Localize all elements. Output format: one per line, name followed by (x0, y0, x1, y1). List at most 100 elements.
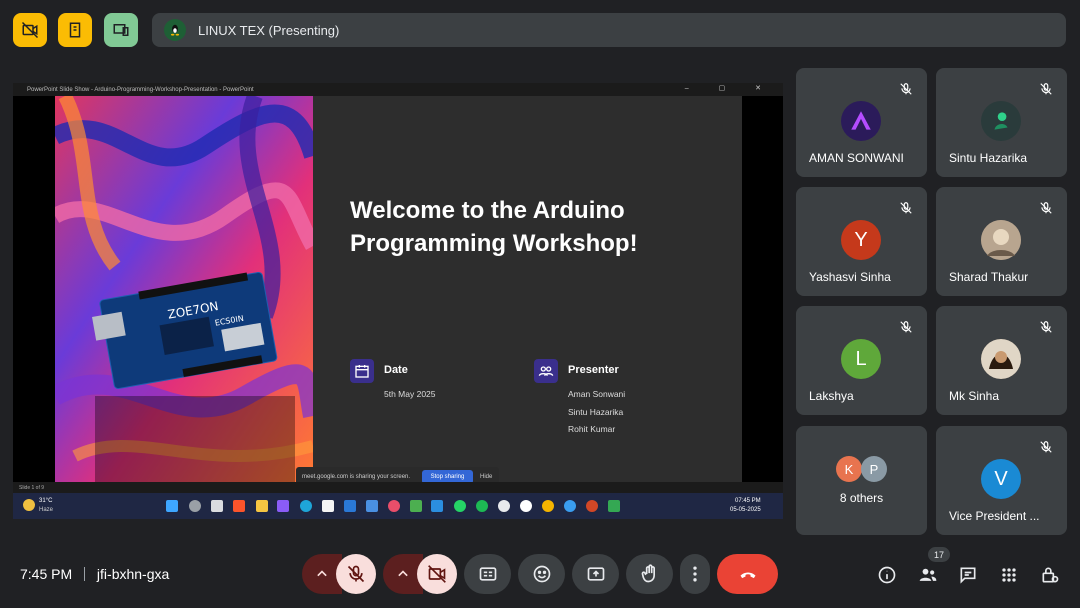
presenter-list: Aman Sonwani Sintu Hazarika Rohit Kumar (568, 386, 625, 439)
photos-icon[interactable] (410, 500, 422, 512)
slide-counter: Slide 1 of 9 (19, 484, 45, 491)
avatar-photo-icon (981, 220, 1021, 260)
presenting-title: LINUX TEX (Presenting) (198, 22, 340, 38)
chatgpt-icon[interactable] (498, 500, 510, 512)
weather-temp: 31°C (39, 498, 53, 504)
avatar: L (841, 339, 881, 379)
info-icon (878, 566, 896, 584)
share-message: meet.google.com is sharing your screen. (302, 474, 411, 480)
avatar-photo-icon (981, 339, 1021, 379)
participant-tile[interactable]: V Vice President ... (936, 426, 1067, 535)
host-controls-button[interactable] (1038, 563, 1062, 587)
mic-off-icon (1040, 202, 1052, 214)
participant-tile[interactable]: L Lakshya (796, 306, 927, 415)
hide-self-view-button[interactable] (13, 13, 47, 47)
avatar: P (861, 456, 887, 482)
window-controls: – ▢ ✕ (684, 85, 775, 92)
activities-button[interactable] (997, 563, 1021, 587)
captions-icon (479, 567, 496, 581)
meeting-clock: 7:45 PM jfi-bxhn-gxa (20, 566, 169, 582)
present-button[interactable] (572, 554, 619, 594)
chrome-icon[interactable] (542, 500, 554, 512)
date-label: Date (384, 364, 408, 376)
layout-button[interactable] (58, 13, 92, 47)
raise-hand-button[interactable] (626, 554, 673, 594)
store-icon[interactable] (322, 500, 334, 512)
file-explorer-icon[interactable] (256, 500, 268, 512)
chat-button[interactable] (956, 563, 980, 587)
vscode-icon[interactable] (431, 500, 443, 512)
participant-count-badge: 17 (928, 547, 950, 562)
mic-off-icon (1040, 321, 1052, 333)
outlook-icon[interactable] (344, 500, 356, 512)
emoji-icon (533, 565, 550, 583)
camera-toggle-button[interactable] (417, 554, 457, 594)
chevron-up-icon (398, 570, 408, 577)
presenter-avatar (164, 19, 186, 41)
hang-up-icon (740, 572, 755, 579)
door-icon (69, 22, 81, 38)
mic-off-icon (900, 202, 912, 214)
participant-tile[interactable]: Sintu Hazarika (936, 68, 1067, 177)
meet-taskbar-icon[interactable] (608, 500, 620, 512)
leave-call-button[interactable] (717, 554, 778, 594)
meeting-time: 7:45 PM (20, 566, 73, 582)
participant-name: Sharad Thakur (949, 270, 1029, 284)
participant-name: Mk Sinha (949, 389, 1000, 403)
mic-off-icon (900, 83, 912, 95)
taskbar-date: 05-05-2025 (730, 507, 761, 513)
linux-icon (170, 24, 180, 36)
people-button[interactable] (916, 563, 940, 587)
slide-content: Welcome to the Arduino Programming Works… (313, 96, 742, 482)
search-icon[interactable] (189, 500, 201, 512)
avatar: Y (841, 220, 881, 260)
media-player-icon[interactable] (388, 500, 400, 512)
participant-tile[interactable]: Sharad Thakur (936, 187, 1067, 296)
whatsapp-icon[interactable] (454, 500, 466, 512)
participant-name: Yashasvi Sinha (809, 270, 891, 284)
presenter-name: Rohit Kumar (568, 424, 616, 434)
mail-icon[interactable] (366, 500, 378, 512)
date-value: 5th May 2025 (384, 389, 436, 399)
powerpoint-window-title: PowerPoint Slide Show - Arduino-Programm… (27, 86, 254, 93)
devices-button[interactable] (104, 13, 138, 47)
reactions-button[interactable] (518, 554, 565, 594)
taskbar-time: 07:45 PM (735, 498, 761, 504)
more-options-button[interactable] (680, 554, 710, 594)
participant-tile[interactable]: Y Yashasvi Sinha (796, 187, 927, 296)
spotify-icon[interactable] (476, 500, 488, 512)
presenter-name: Sintu Hazarika (568, 406, 624, 417)
avatar-logo-icon (851, 111, 871, 130)
others-tile[interactable]: K P 8 others (796, 426, 927, 535)
grid-icon (1002, 568, 1016, 582)
powerpoint-titlebar: PowerPoint Slide Show - Arduino-Programm… (13, 83, 783, 96)
windows-start-icon[interactable] (166, 500, 178, 512)
participant-tile[interactable]: AMAN SONWANI (796, 68, 927, 177)
shared-screen: PowerPoint Slide Show - Arduino-Programm… (13, 83, 783, 519)
powerpoint-taskbar-icon[interactable] (586, 500, 598, 512)
avatar: K (836, 456, 862, 482)
avatar: V (981, 459, 1021, 499)
weather-icon (23, 499, 35, 511)
participant-name: Sintu Hazarika (949, 151, 1028, 165)
participant-tile[interactable]: Mk Sinha (936, 306, 1067, 415)
brave-icon[interactable] (233, 500, 245, 512)
people-icon (534, 359, 558, 383)
mic-off-icon (900, 321, 912, 333)
slide-heading: Welcome to the Arduino Programming Works… (350, 197, 638, 257)
github-icon[interactable] (520, 500, 532, 512)
chevron-up-icon (317, 570, 327, 577)
edge-icon[interactable] (300, 500, 312, 512)
task-view-icon[interactable] (211, 500, 223, 512)
mic-toggle-button[interactable] (336, 554, 376, 594)
presenting-banner: LINUX TEX (Presenting) (152, 13, 1066, 47)
meeting-code: jfi-bxhn-gxa (96, 566, 170, 582)
app-icon[interactable] (564, 500, 576, 512)
avatar-figure-icon (994, 112, 1008, 130)
captions-button[interactable] (464, 554, 511, 594)
meeting-details-button[interactable] (875, 563, 899, 587)
avatar (981, 220, 1021, 260)
presenter-name: Aman Sonwani (568, 389, 626, 399)
avatar (981, 339, 1021, 379)
copilot-icon[interactable] (277, 500, 289, 512)
